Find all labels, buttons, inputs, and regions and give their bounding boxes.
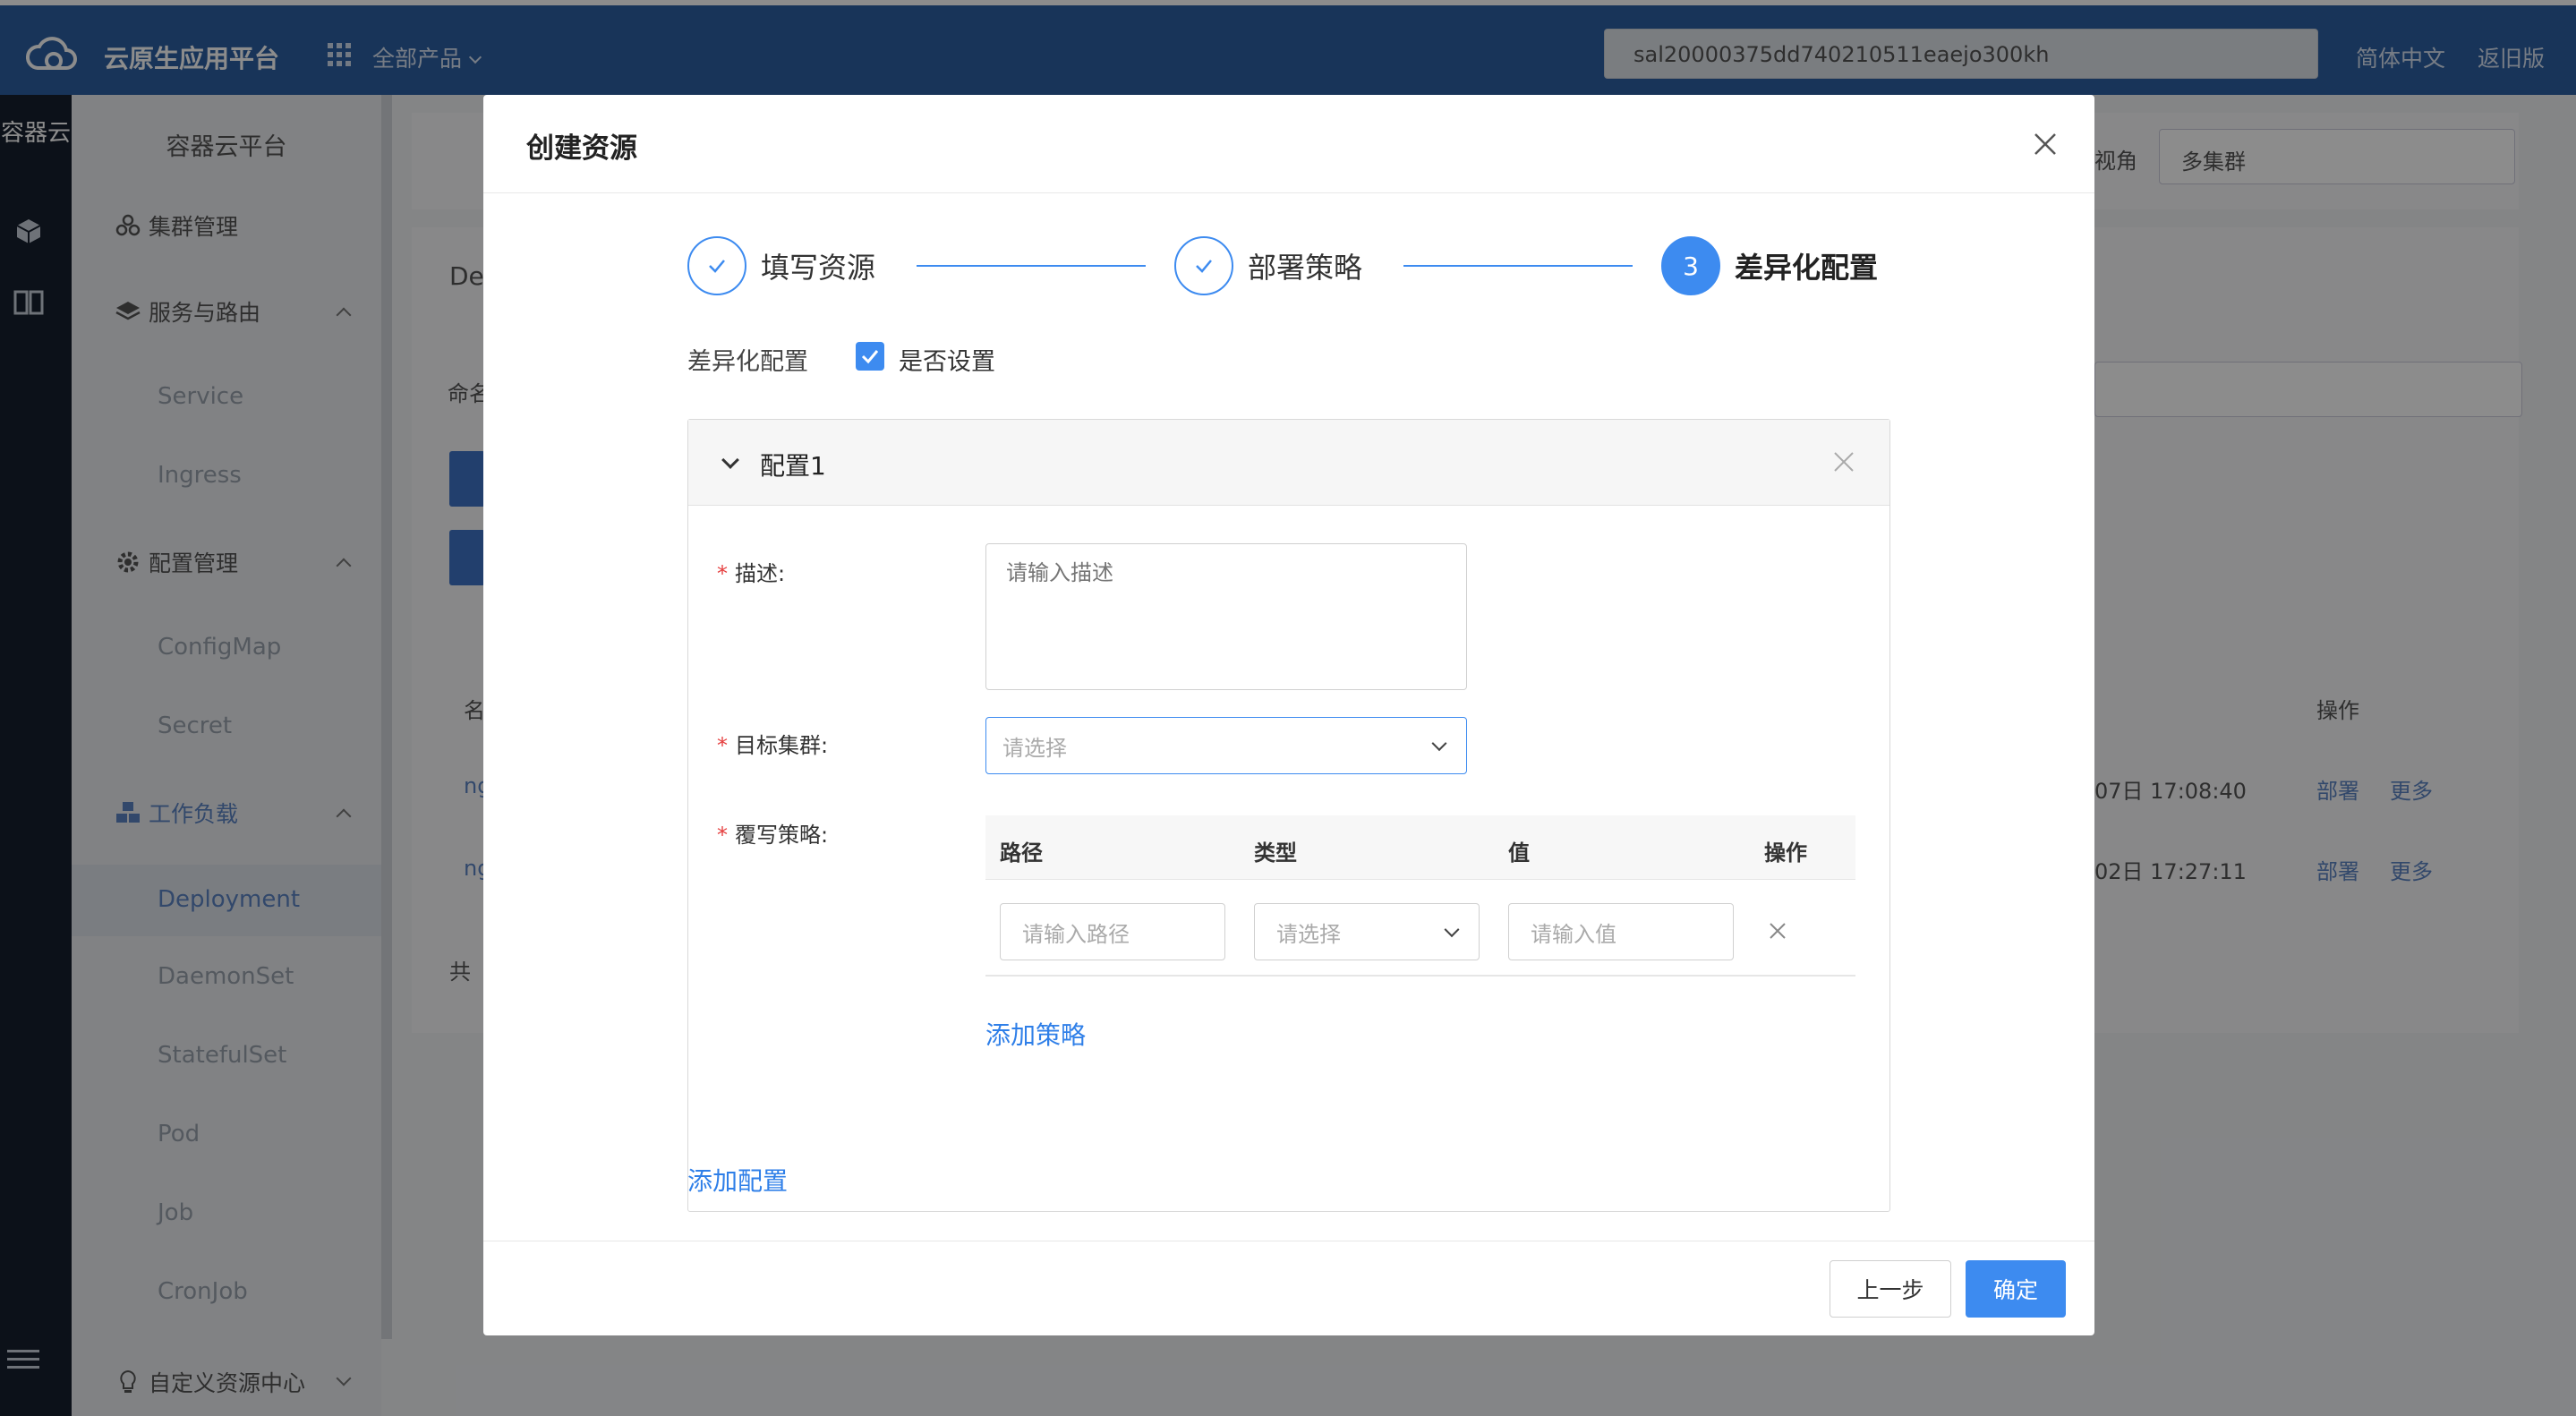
type-select[interactable]: 请选择 xyxy=(1254,903,1480,960)
enable-setting-checkbox[interactable] xyxy=(856,342,884,371)
table-row-divider xyxy=(985,975,1855,977)
description-input[interactable] xyxy=(985,543,1467,690)
step-label: 差异化配置 xyxy=(1735,251,1879,285)
column-path: 路径 xyxy=(1000,840,1043,866)
target-cluster-label: * 目标集群: xyxy=(717,733,829,758)
column-type: 类型 xyxy=(1254,840,1297,866)
override-policy-label: * 覆写策略: xyxy=(717,823,829,848)
add-policy-link[interactable]: 添加策略 xyxy=(985,1016,1086,1052)
description-label: * 描述: xyxy=(717,561,786,586)
config-panel-title: 配置1 xyxy=(760,451,826,481)
step-label: 部署策略 xyxy=(1248,251,1363,285)
config-panel: 配置1 *描述: *目标集群: 请选择 *覆写策略: 路径 类型 值 操作 请输… xyxy=(687,419,1890,1212)
close-icon[interactable] xyxy=(2032,131,2059,158)
step-diff-config: 3 差异化配置 xyxy=(1661,236,1878,295)
column-value: 值 xyxy=(1508,840,1530,866)
checkbox-label[interactable]: 是否设置 xyxy=(899,342,995,377)
policy-table-header: 路径 类型 值 操作 xyxy=(985,815,1855,880)
confirm-button[interactable]: 确定 xyxy=(1966,1260,2066,1318)
path-input[interactable]: 请输入路径 xyxy=(1000,903,1225,960)
check-icon xyxy=(861,350,879,364)
step-label: 填写资源 xyxy=(761,251,876,285)
check-icon xyxy=(687,236,746,295)
column-operation: 操作 xyxy=(1764,840,1807,866)
config-panel-header[interactable]: 配置1 xyxy=(688,420,1889,506)
step-connector xyxy=(917,265,1146,267)
chevron-down-icon xyxy=(1431,736,1447,752)
step-connector xyxy=(1403,265,1633,267)
step-deploy-strategy: 部署策略 xyxy=(1174,236,1362,295)
create-resource-modal: 创建资源 填写资源 部署策略 3 差异化配置 差异化配置 是否设置 配置1 * … xyxy=(483,95,2094,1335)
step-fill-resource: 填写资源 xyxy=(687,236,875,295)
remove-row-icon[interactable] xyxy=(1768,921,1787,941)
add-config-link[interactable]: 添加配置 xyxy=(687,1162,788,1198)
step-number: 3 xyxy=(1661,236,1720,295)
chevron-down-icon xyxy=(1444,922,1460,938)
close-icon[interactable] xyxy=(1832,450,1855,473)
chevron-down-icon[interactable] xyxy=(721,451,739,469)
diff-config-label: 差异化配置 xyxy=(687,348,808,376)
value-input[interactable]: 请输入值 xyxy=(1508,903,1734,960)
target-cluster-select[interactable]: 请选择 xyxy=(985,717,1467,774)
check-icon xyxy=(1174,236,1233,295)
modal-header: 创建资源 xyxy=(483,95,2094,193)
previous-step-button[interactable]: 上一步 xyxy=(1830,1260,1951,1318)
modal-title: 创建资源 xyxy=(526,132,637,165)
